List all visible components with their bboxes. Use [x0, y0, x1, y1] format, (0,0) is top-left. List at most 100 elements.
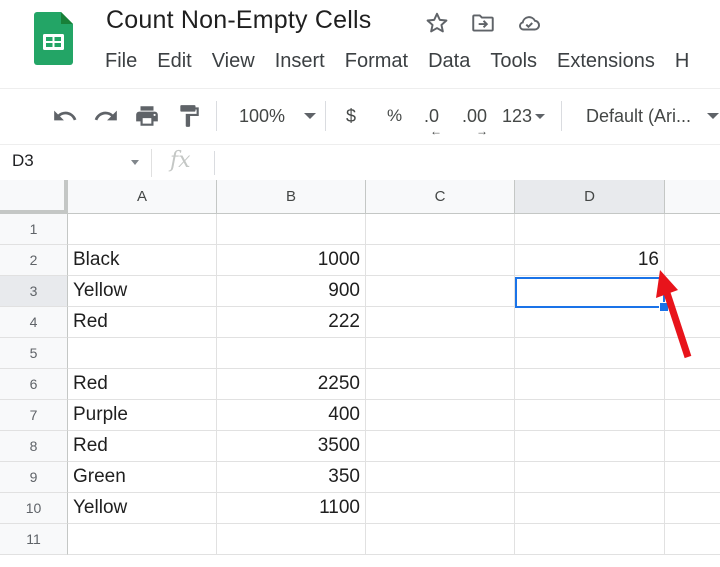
cell-c8[interactable] — [366, 431, 515, 462]
redo-button[interactable] — [93, 89, 119, 143]
cell-e1[interactable] — [665, 214, 720, 245]
cell-d1[interactable] — [515, 214, 665, 245]
menu-extensions[interactable]: Extensions — [557, 50, 655, 73]
cell-b10[interactable]: 1100 — [217, 493, 366, 524]
cell-e10[interactable] — [665, 493, 720, 524]
currency-format-button[interactable]: $ — [346, 89, 356, 143]
cell-d9[interactable] — [515, 462, 665, 493]
cell-a4[interactable]: Red — [68, 307, 217, 338]
cell-b4[interactable]: 222 — [217, 307, 366, 338]
chevron-down-icon[interactable] — [131, 160, 139, 165]
cell-e7[interactable] — [665, 400, 720, 431]
toolbar-divider — [216, 101, 217, 131]
column-header-d[interactable]: D — [515, 180, 665, 214]
spreadsheet-grid: A B C D 1 2 Black 1000 16 3 Yellow 900 4 Red 222 5 6 Red 2… — [0, 180, 720, 567]
formula-input[interactable] — [222, 151, 712, 175]
font-select[interactable]: Default (Ari... — [586, 89, 720, 143]
paint-format-icon — [180, 105, 199, 127]
menu-edit[interactable]: Edit — [157, 50, 191, 73]
cell-a6[interactable]: Red — [68, 369, 217, 400]
percent-format-button[interactable]: % — [387, 89, 402, 143]
row-header[interactable]: 4 — [0, 307, 68, 338]
menu-view[interactable]: View — [212, 50, 255, 73]
row-header[interactable]: 11 — [0, 524, 68, 555]
cell-c1[interactable] — [366, 214, 515, 245]
cell-c10[interactable] — [366, 493, 515, 524]
cell-c2[interactable] — [366, 245, 515, 276]
cell-e8[interactable] — [665, 431, 720, 462]
cell-a3[interactable]: Yellow — [68, 276, 217, 307]
cell-a8[interactable]: Red — [68, 431, 217, 462]
cell-a1[interactable] — [68, 214, 217, 245]
menu-insert[interactable]: Insert — [275, 50, 325, 73]
row-header[interactable]: 8 — [0, 431, 68, 462]
row-header[interactable]: 3 — [0, 276, 68, 307]
more-formats-button[interactable]: 123 — [502, 89, 546, 143]
cell-b1[interactable] — [217, 214, 366, 245]
row-header[interactable]: 9 — [0, 462, 68, 493]
cell-a11[interactable] — [68, 524, 217, 555]
cell-c7[interactable] — [366, 400, 515, 431]
toolbar-divider — [561, 101, 562, 131]
cell-b6[interactable]: 2250 — [217, 369, 366, 400]
cell-e11[interactable] — [665, 524, 720, 555]
fx-icon: fx — [170, 148, 191, 173]
column-header-a[interactable]: A — [68, 180, 217, 214]
menu-file[interactable]: File — [105, 50, 137, 73]
document-title[interactable]: Count Non-Empty Cells — [106, 6, 371, 35]
column-header-e[interactable] — [665, 180, 720, 214]
cell-d7[interactable] — [515, 400, 665, 431]
cell-b3[interactable]: 900 — [217, 276, 366, 307]
cell-e6[interactable] — [665, 369, 720, 400]
menu-help[interactable]: H — [675, 50, 689, 73]
cell-b8[interactable]: 3500 — [217, 431, 366, 462]
cell-c9[interactable] — [366, 462, 515, 493]
cell-d8[interactable] — [515, 431, 665, 462]
cell-a9[interactable]: Green — [68, 462, 217, 493]
cell-c6[interactable] — [366, 369, 515, 400]
row-header[interactable]: 2 — [0, 245, 68, 276]
column-header-c[interactable]: C — [366, 180, 515, 214]
cell-e9[interactable] — [665, 462, 720, 493]
paint-format-button[interactable] — [176, 89, 202, 143]
menu-data[interactable]: Data — [428, 50, 470, 73]
decrease-decimal-button[interactable]: .0 ← — [424, 89, 442, 143]
cell-b5[interactable] — [217, 338, 366, 369]
undo-button[interactable] — [52, 89, 78, 143]
cell-b11[interactable] — [217, 524, 366, 555]
star-icon[interactable] — [424, 10, 450, 36]
cell-b9[interactable]: 350 — [217, 462, 366, 493]
cell-c5[interactable] — [366, 338, 515, 369]
toolbar-divider — [325, 101, 326, 131]
row-header[interactable]: 7 — [0, 400, 68, 431]
chevron-down-icon — [535, 113, 546, 119]
row-header[interactable]: 10 — [0, 493, 68, 524]
zoom-select[interactable]: 100% — [239, 89, 317, 143]
column-header-b[interactable]: B — [217, 180, 366, 214]
cell-b2[interactable]: 1000 — [217, 245, 366, 276]
row-header[interactable]: 6 — [0, 369, 68, 400]
cell-c4[interactable] — [366, 307, 515, 338]
increase-decimal-button[interactable]: .00 → — [462, 89, 488, 143]
cell-d6[interactable] — [515, 369, 665, 400]
menu-format[interactable]: Format — [345, 50, 408, 73]
cell-a5[interactable] — [68, 338, 217, 369]
cell-a7[interactable]: Purple — [68, 400, 217, 431]
move-to-folder-icon[interactable] — [470, 10, 496, 36]
row-header[interactable]: 1 — [0, 214, 68, 245]
name-box[interactable]: D3 — [12, 151, 34, 171]
cell-d11[interactable] — [515, 524, 665, 555]
cell-a10[interactable]: Yellow — [68, 493, 217, 524]
cell-a2[interactable]: Black — [68, 245, 217, 276]
select-all-corner[interactable] — [0, 180, 68, 214]
print-button[interactable] — [134, 89, 160, 143]
sheets-logo-icon[interactable] — [34, 12, 73, 65]
cell-c3[interactable] — [366, 276, 515, 307]
cell-c11[interactable] — [366, 524, 515, 555]
chevron-down-icon — [304, 113, 317, 119]
row-header[interactable]: 5 — [0, 338, 68, 369]
menu-tools[interactable]: Tools — [490, 50, 537, 73]
cell-d10[interactable] — [515, 493, 665, 524]
cell-b7[interactable]: 400 — [217, 400, 366, 431]
cloud-saved-icon[interactable] — [516, 10, 542, 36]
